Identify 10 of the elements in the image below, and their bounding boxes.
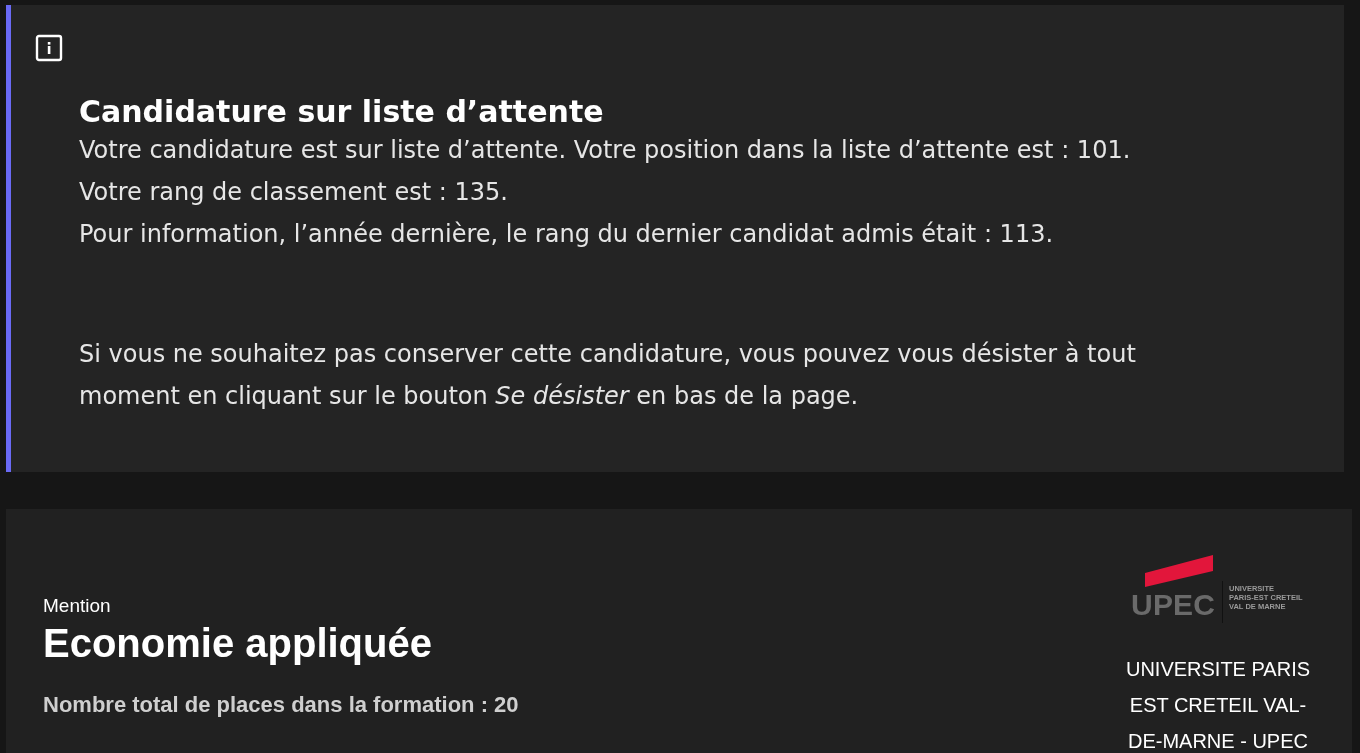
notice-text: Votre candidature est sur liste d’attente. Votre position dans la liste d’attente est : 101.	[79, 135, 1132, 166]
formation-title: Economie appliquée	[43, 621, 433, 666]
notice-title: Candidature sur liste d’attente	[79, 94, 605, 129]
mention-label: Mention	[43, 595, 112, 617]
info-icon	[35, 34, 63, 62]
notice-text: Pour information, l’année dernière, le rang du dernier candidat admis était : 113.	[79, 219, 1055, 250]
notice-text: Votre rang de classement est : 135.	[79, 177, 509, 208]
school-name: UNIVERSITE PARIS EST CRETEIL VAL-DE-MARNE - UPEC	[1124, 657, 1312, 753]
places-text: Nombre total de places dans la formation : 20	[43, 692, 519, 718]
notice-text: Si vous ne souhaitez pas conserver cette candidature, vous pouvez vous désister à tout moment en cliquant sur le bouton Se désister en bas de la page.	[79, 339, 1137, 412]
